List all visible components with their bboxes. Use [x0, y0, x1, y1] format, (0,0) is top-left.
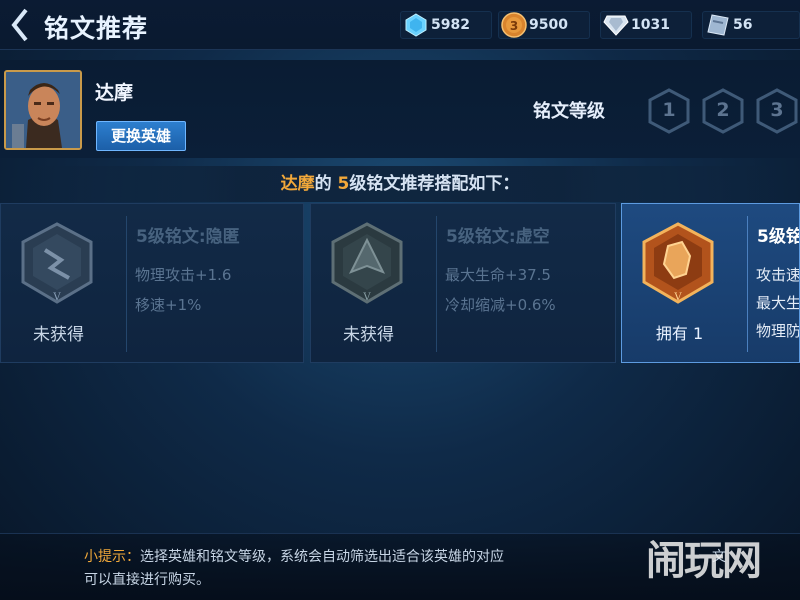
level-1-button[interactable]: 1: [647, 88, 691, 134]
rune-gold-icon: V: [642, 222, 714, 304]
level-2-button[interactable]: 2: [701, 88, 745, 134]
tip-text-1: 选择英雄和铭文等级，系统会自动筛选出适合该英雄的对应: [140, 549, 504, 565]
rune-void-icon: V: [331, 222, 403, 304]
card-1-stat-1: 物理攻击+1.6: [135, 266, 232, 284]
recommend-title: 达摩的 5级铭文推荐搭配如下：: [0, 166, 800, 202]
card-2-divider: [436, 216, 437, 352]
back-arrow-icon[interactable]: [8, 8, 30, 42]
currency-ticket[interactable]: 56: [702, 11, 800, 39]
card-2-rune-name: 5级铭文:虚空: [446, 227, 550, 247]
card-2-stat-2: 冷却缩减+0.6%: [445, 296, 556, 314]
tip-line-1: 小提示：选择英雄和铭文等级，系统会自动筛选出适合该英雄的对应文: [84, 546, 726, 566]
level-2-label: 2: [716, 99, 730, 121]
svg-text:V: V: [52, 292, 61, 303]
card-2-stat-1: 最大生命+37.5: [445, 266, 551, 284]
card-1-stat-2: 移速+1%: [135, 296, 202, 314]
card-2-status: 未获得: [343, 325, 394, 345]
gold-coin-icon: 3: [499, 11, 529, 39]
hero-name: 达摩: [95, 82, 134, 104]
card-1-status: 未获得: [33, 325, 84, 345]
diamond-count: 5982: [431, 17, 470, 33]
card-1-divider: [126, 216, 127, 352]
tip-line-2: 可以直接进行购买。: [84, 572, 210, 588]
card-3-rune-name: 5级铭: [757, 227, 800, 247]
page-title: 铭文推荐: [44, 14, 149, 43]
recommend-text: 级铭文推荐搭配如下：: [349, 174, 520, 194]
ticket-count: 56: [733, 17, 753, 33]
card-3-stat-3: 物理防: [756, 322, 800, 340]
card-3-stat-2: 最大生: [756, 294, 800, 312]
card-3-status: 拥有 1: [655, 324, 704, 343]
card-3-divider: [747, 216, 748, 352]
svg-text:V: V: [362, 292, 371, 303]
recommend-hero: 达摩: [280, 174, 315, 194]
ticket-icon: [703, 11, 733, 39]
svg-text:V: V: [673, 292, 682, 303]
currency-crystal[interactable]: 1031: [600, 11, 692, 39]
rune-hidden-icon: V: [21, 222, 93, 304]
rune-level-label: 铭文等级: [533, 101, 605, 122]
recommend-of: 的: [314, 174, 332, 194]
rune-card-1[interactable]: V 未获得 5级铭文:隐匿 物理攻击+1.6 移速+1%: [0, 203, 304, 363]
crystal-icon: [601, 11, 631, 39]
rune-card-3[interactable]: V 拥有 1 5级铭 攻击速 最大生 物理防: [621, 203, 800, 363]
level-3-button[interactable]: 3: [755, 88, 799, 134]
currency-diamond[interactable]: 5982: [400, 11, 492, 39]
tip-label: 小提示：: [84, 549, 140, 565]
crystal-count: 1031: [631, 17, 670, 33]
gold-count: 9500: [529, 17, 568, 33]
site-watermark-logo: 闹玩网: [646, 538, 762, 584]
recommend-level: 5: [337, 174, 350, 194]
card-3-stat-1: 攻击速: [756, 266, 800, 284]
rune-card-2[interactable]: V 未获得 5级铭文:虚空 最大生命+37.5 冷却缩减+0.6%: [310, 203, 616, 363]
hero-avatar[interactable]: [4, 70, 82, 150]
change-hero-button[interactable]: 更换英雄: [96, 121, 186, 151]
svg-text:3: 3: [510, 19, 518, 33]
level-1-label: 1: [662, 99, 676, 121]
level-3-label: 3: [770, 99, 784, 121]
card-1-rune-name: 5级铭文:隐匿: [136, 227, 240, 247]
currency-gold[interactable]: 3 9500: [498, 11, 590, 39]
diamond-icon: [401, 11, 431, 39]
